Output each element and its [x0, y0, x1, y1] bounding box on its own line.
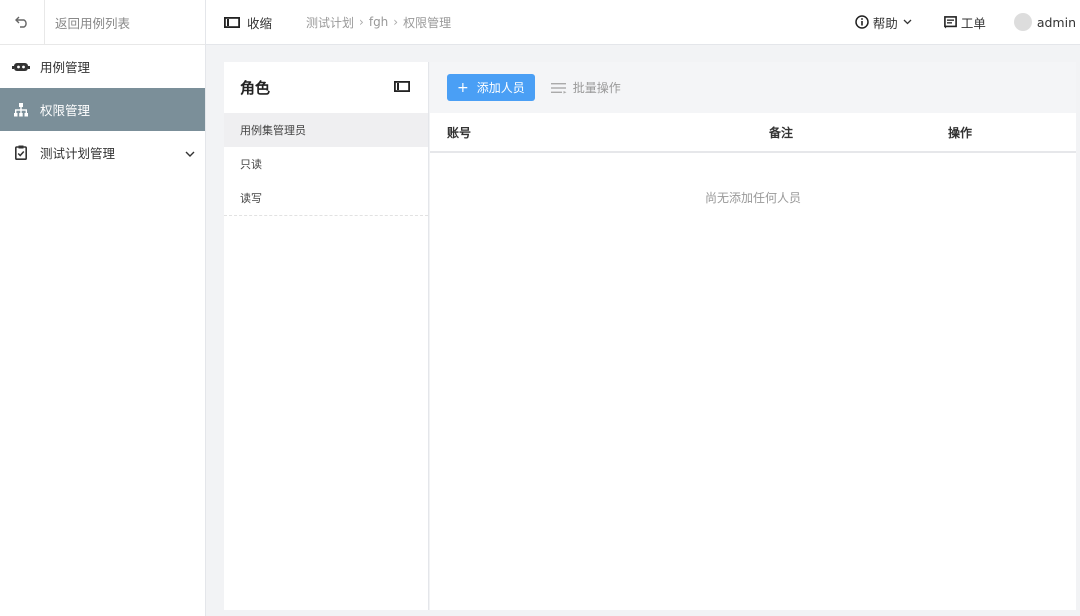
user-name: admin [1036, 14, 1076, 30]
panel-toggle-icon[interactable] [393, 80, 410, 95]
clipboard-check-icon [12, 144, 30, 162]
sidebar: 返回用例列表 用例管理 权限管理 测试计划管理 [0, 0, 206, 616]
role-item-read-only[interactable]: 只读 [224, 147, 428, 181]
role-label: 只读 [240, 158, 262, 171]
role-panel-title: 角色 [240, 79, 271, 97]
info-icon [855, 15, 869, 29]
avatar [1013, 13, 1032, 31]
role-item-read-write[interactable]: 读写 [224, 181, 428, 215]
role-label: 读写 [240, 192, 262, 205]
empty-state-text: 尚无添加任何人员 [704, 191, 801, 205]
column-header-remark: 备注 [769, 125, 794, 140]
column-header-actions: 操作 [948, 125, 973, 140]
members-panel: + 添加人员 批量操作 账号 备注 操作 尚无添加任何人员 [430, 62, 1076, 610]
sidebar-item-label: 权限管理 [40, 103, 91, 118]
sidebar-item-test-plan-management[interactable]: 测试计划管理 [0, 131, 205, 174]
breadcrumb-item[interactable]: 测试计划 [306, 14, 354, 31]
breadcrumb: 测试计划 › fgh › 权限管理 [306, 14, 451, 31]
role-panel: 角色 用例集管理员 只读 读写 [224, 62, 429, 610]
ticket-label: 工单 [960, 15, 986, 31]
sitemap-icon [12, 101, 30, 119]
column-header-account: 账号 [447, 125, 472, 140]
sidebar-item-case-management[interactable]: 用例管理 [0, 45, 205, 88]
table-header: 账号 备注 操作 [430, 113, 1076, 153]
breadcrumb-item: 权限管理 [403, 15, 452, 30]
add-member-button[interactable]: + 添加人员 [447, 74, 535, 101]
sidebar-item-label: 用例管理 [40, 60, 91, 75]
list-icon [550, 82, 567, 94]
collapse-label: 收缩 [247, 15, 273, 31]
chevron-down-icon [903, 19, 912, 25]
breadcrumb-item[interactable]: fgh [369, 15, 388, 29]
help-label: 帮助 [872, 15, 898, 31]
chevron-down-icon[interactable] [185, 145, 195, 160]
collapse-button[interactable]: 收缩 [224, 13, 272, 32]
back-label[interactable]: 返回用例列表 [45, 13, 130, 32]
back-to-case-list[interactable]: 返回用例列表 [0, 0, 205, 45]
ticket-button[interactable]: 工单 [943, 13, 986, 32]
role-item-case-admin[interactable]: 用例集管理员 [224, 113, 428, 147]
robot-icon [12, 58, 30, 76]
top-header: 收缩 测试计划 › fgh › 权限管理 帮助 工单 admin [206, 0, 1080, 45]
add-member-label: 添加人员 [476, 81, 525, 95]
sidebar-item-label: 测试计划管理 [40, 146, 116, 161]
help-menu[interactable]: 帮助 [855, 13, 916, 32]
sidebar-toggle-icon [224, 16, 240, 28]
plus-icon: + [457, 79, 469, 96]
breadcrumb-separator-icon: › [359, 15, 364, 29]
back-icon[interactable] [0, 0, 45, 45]
batch-operation-button[interactable]: 批量操作 [550, 79, 621, 96]
user-menu[interactable]: admin [1013, 13, 1076, 31]
ticket-icon [943, 15, 957, 28]
toolbar: + 添加人员 批量操作 [430, 62, 1076, 113]
breadcrumb-separator-icon: › [393, 15, 399, 29]
sidebar-item-permission-management[interactable]: 权限管理 [0, 88, 205, 131]
role-label: 用例集管理员 [240, 124, 306, 137]
batch-operation-label: 批量操作 [572, 81, 621, 95]
